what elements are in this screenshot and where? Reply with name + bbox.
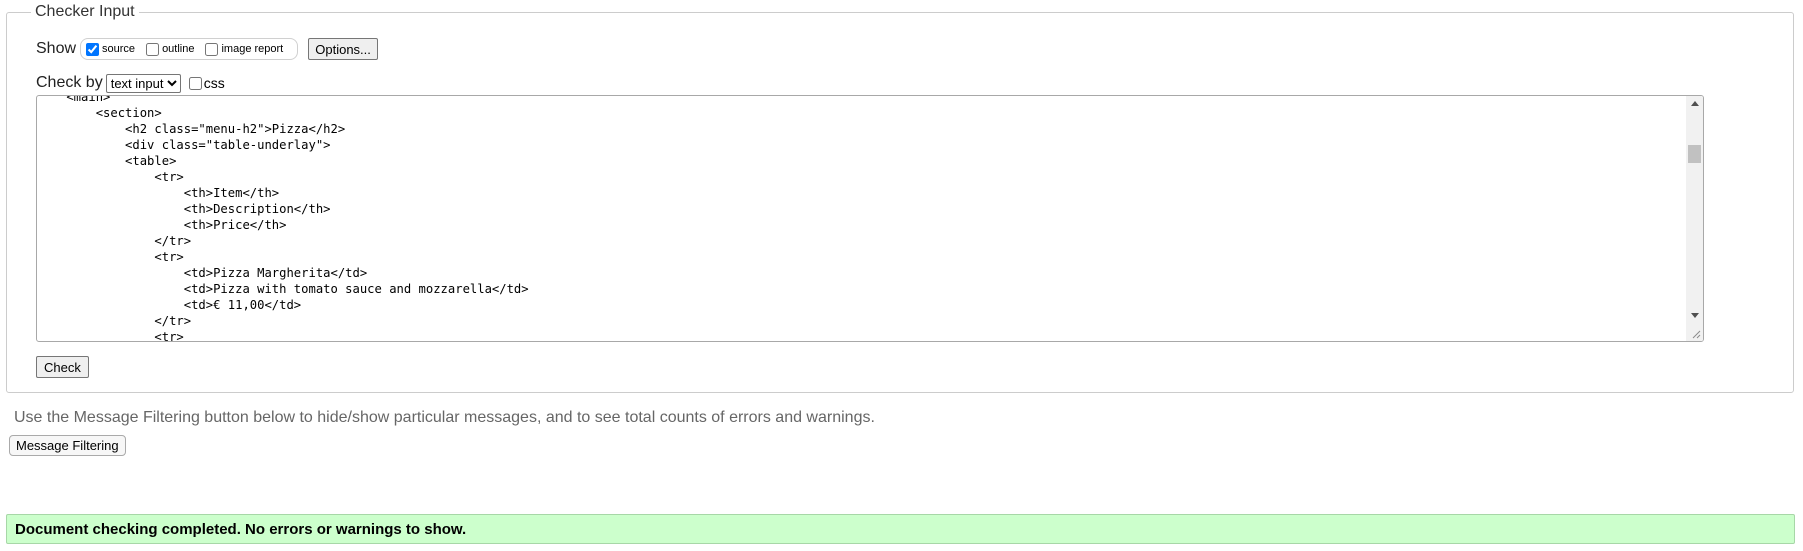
source-line: <th>Description</th>: [37, 202, 331, 216]
show-source-label: source: [102, 43, 136, 55]
show-source-option[interactable]: source: [83, 42, 136, 56]
show-outline-checkbox[interactable]: [146, 42, 160, 56]
message-filtering-button[interactable]: Message Filtering: [9, 435, 126, 456]
check-button[interactable]: Check: [36, 356, 89, 378]
css-option[interactable]: css: [188, 75, 225, 91]
options-button[interactable]: Options...: [308, 38, 378, 60]
check-by-label: Check by: [36, 74, 103, 91]
scroll-up-icon[interactable]: [1691, 101, 1699, 106]
source-line: <section>: [37, 106, 162, 120]
show-label: Show: [36, 40, 77, 57]
show-image-report-option[interactable]: image report: [202, 42, 284, 56]
source-textarea[interactable]: <main> <section> <h2 class="menu-h2">Piz…: [36, 95, 1704, 342]
check-by-select[interactable]: text input: [105, 73, 181, 93]
textarea-scrollbar[interactable]: [1686, 96, 1703, 341]
source-line: <td>Pizza with tomato sauce and mozzarel…: [37, 282, 529, 296]
source-line: <th>Price</th>: [37, 218, 287, 232]
filter-info-text: Use the Message Filtering button below t…: [14, 409, 875, 426]
scroll-thumb[interactable]: [1688, 145, 1701, 163]
source-line: <tr>: [37, 330, 184, 342]
css-label: css: [203, 75, 225, 91]
show-source-checkbox[interactable]: [86, 42, 100, 56]
show-outline-label: outline: [162, 43, 195, 55]
show-image-report-label: image report: [221, 43, 284, 55]
show-outline-option[interactable]: outline: [143, 42, 195, 56]
resize-grip-icon[interactable]: [1686, 326, 1703, 341]
source-line: <div class="table-underlay">: [37, 138, 331, 152]
source-line: </tr>: [37, 234, 192, 248]
show-options-group: source outline image report: [80, 38, 299, 60]
source-line: <td>€ 11,00</td>: [37, 298, 302, 312]
source-line: </tr>: [37, 314, 192, 328]
source-line: <main>: [37, 95, 111, 104]
check-by-row: Check by text input css: [36, 72, 225, 94]
show-image-report-checkbox[interactable]: [205, 42, 219, 56]
source-line: <table>: [37, 154, 177, 168]
source-line: <h2 class="menu-h2">Pizza</h2>: [37, 122, 346, 136]
source-line: <tr>: [37, 170, 184, 184]
show-row: Show source outline image report Options…: [36, 38, 378, 60]
source-line: <tr>: [37, 250, 184, 264]
source-line: <td>Pizza Margherita</td>: [37, 266, 368, 280]
source-code: <main> <section> <h2 class="menu-h2">Piz…: [37, 95, 529, 342]
checker-input-legend: Checker Input: [35, 3, 135, 20]
css-checkbox[interactable]: [188, 76, 202, 90]
success-message: Document checking completed. No errors o…: [6, 514, 1795, 544]
source-line: <th>Item</th>: [37, 186, 280, 200]
scroll-down-icon[interactable]: [1691, 313, 1699, 318]
